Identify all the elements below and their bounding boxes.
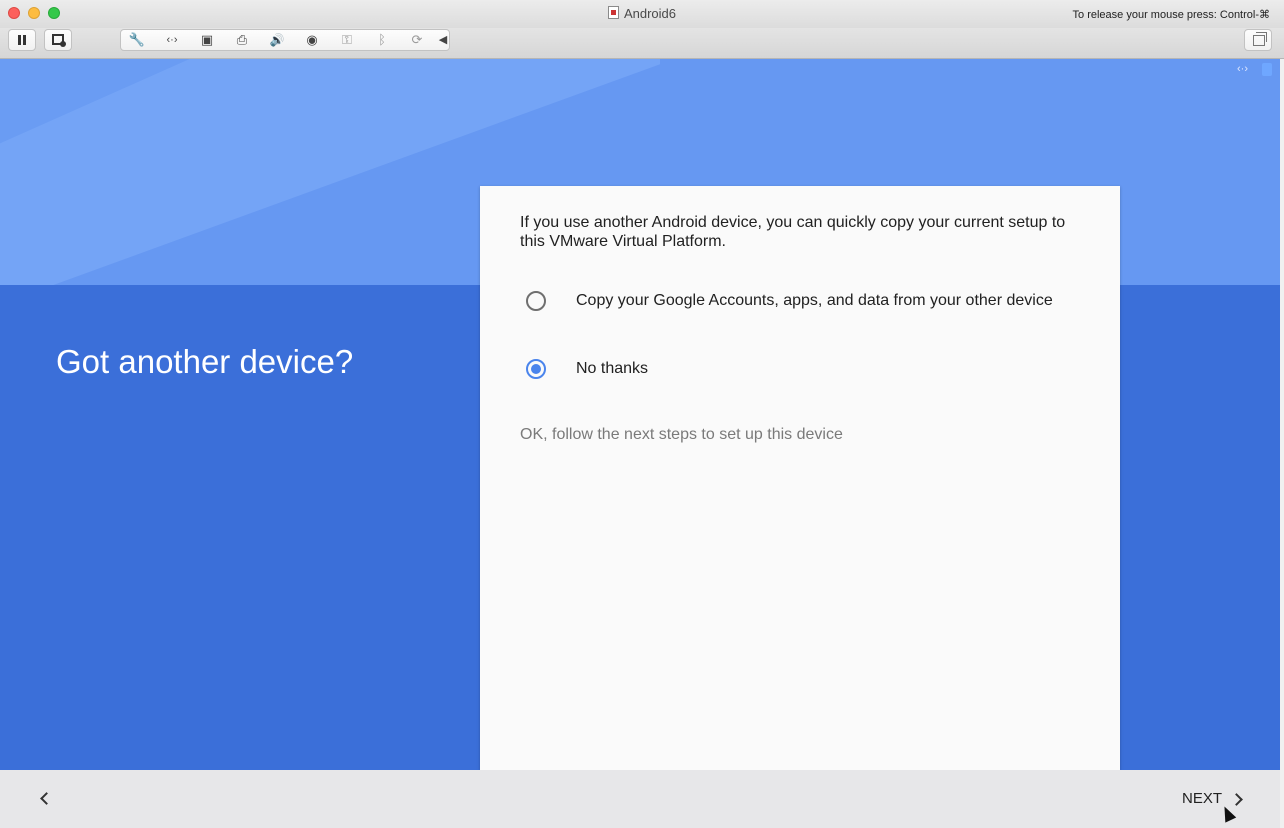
copy-data-radio[interactable] <box>526 291 546 311</box>
printer-icon[interactable]: ⎙ <box>231 30 253 50</box>
window-edge <box>1280 59 1284 828</box>
copy-data-option[interactable]: Copy your Google Accounts, apps, and dat… <box>524 291 1084 315</box>
intro-text: If you use another Android device, you c… <box>520 214 1066 250</box>
pause-icon <box>18 35 21 45</box>
page-title: Got another device? <box>56 343 354 380</box>
vm-document-icon <box>607 6 619 19</box>
setup-card: If you use another Android device, you c… <box>480 186 1120 770</box>
pause-button[interactable] <box>8 29 36 51</box>
next-button[interactable]: NEXT <box>1174 788 1254 810</box>
collapse-icon[interactable]: ◀ <box>432 30 454 50</box>
helper-text: OK, follow the next steps to set up this… <box>520 426 843 443</box>
camera-icon[interactable]: ◉ <box>301 30 323 50</box>
setup-nav-bar: NEXT <box>0 770 1280 828</box>
back-button[interactable] <box>36 788 58 810</box>
disk-icon[interactable]: ▣ <box>196 30 218 50</box>
restore-icon <box>1253 32 1267 46</box>
copy-data-label[interactable]: Copy your Google Accounts, apps, and dat… <box>576 292 1053 310</box>
sound-icon[interactable]: 🔊 <box>266 30 288 50</box>
window-title-text: Android6 <box>623 6 677 21</box>
snapshot-button[interactable] <box>44 29 72 51</box>
wrench-icon[interactable]: 🔧 <box>126 30 148 50</box>
sync-icon[interactable]: ⟳ <box>406 30 428 50</box>
mouse-release-hint: To release your mouse press: Control-⌘ <box>1072 9 1270 21</box>
network-icon[interactable]: ‹·› <box>161 30 183 50</box>
usb-icon[interactable]: ⚿ <box>336 30 358 50</box>
device-toolbar-group: 🔧 ‹·› ▣ ⎙ 🔊 ◉ ⚿ ᛒ ⟳ ◀ <box>120 29 450 51</box>
vm-toolbar: 🔧 ‹·› ▣ ⎙ 🔊 ◉ ⚿ ᛒ ⟳ ◀ <box>0 28 1284 59</box>
chevron-right-icon <box>1230 793 1243 806</box>
restore-view-button[interactable] <box>1244 29 1272 51</box>
snapshot-icon <box>52 34 66 47</box>
network-status-icon: ‹·› <box>1237 63 1248 75</box>
window-titlebar: Android6 To release your mouse press: Co… <box>0 0 1284 29</box>
chevron-left-icon <box>40 792 53 805</box>
guest-screen[interactable]: ‹·› Got another device? If you use anoth… <box>0 59 1280 828</box>
bluetooth-icon[interactable]: ᛒ <box>371 30 393 50</box>
no-thanks-option[interactable]: No thanks <box>524 359 1084 383</box>
no-thanks-radio[interactable] <box>526 359 546 379</box>
next-label: NEXT <box>1182 790 1223 807</box>
usb-status-icon <box>1262 63 1272 76</box>
no-thanks-label[interactable]: No thanks <box>576 360 648 378</box>
